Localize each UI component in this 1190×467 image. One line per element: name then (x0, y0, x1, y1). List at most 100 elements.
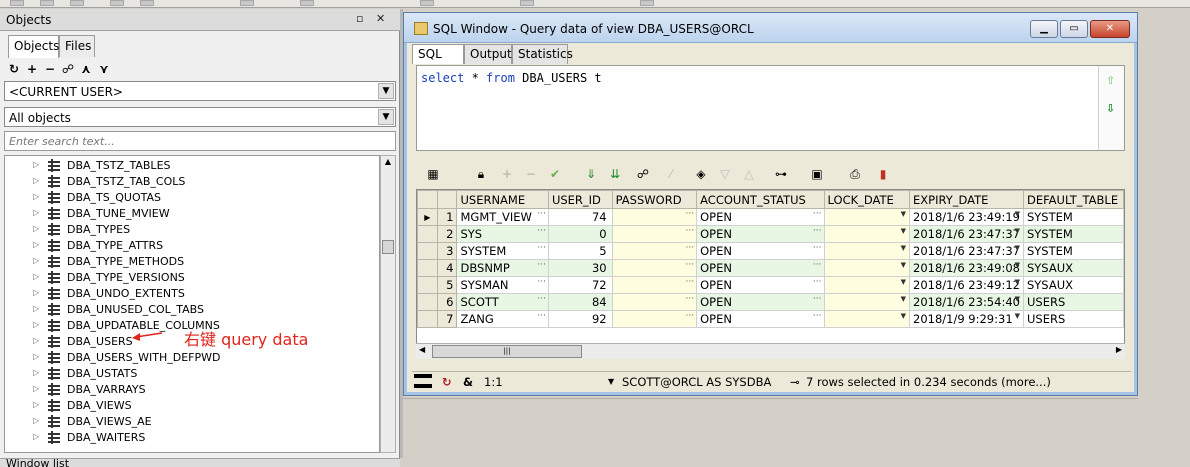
expand-icon[interactable]: ▷ (33, 416, 39, 425)
expand-icon[interactable]: ▷ (33, 208, 39, 217)
expand-icon[interactable]: ▷ (33, 256, 39, 265)
add-record-icon[interactable]: + (498, 165, 516, 183)
refresh-icon[interactable]: ↻ (6, 61, 22, 77)
tree-item[interactable]: ▷ DBA_USTATS (5, 366, 379, 382)
fetch-next-icon[interactable]: ⇓ (582, 165, 600, 183)
sql-editor[interactable]: select * from DBA_USERS t ⇧ ⇩ (416, 65, 1125, 151)
chevron-down-icon[interactable]: ▼ (901, 210, 906, 218)
cell-username[interactable]: SCOTT ··· (456, 293, 549, 311)
tree-item[interactable]: ▷ DBA_TYPE_METHODS (5, 254, 379, 270)
cell-username[interactable]: MGMT_VIEW ··· (456, 208, 549, 226)
column-header[interactable]: USERNAME (456, 190, 549, 209)
ellipsis-icon[interactable]: ··· (537, 261, 546, 271)
minimize-button[interactable]: ▁ (1030, 20, 1058, 38)
ellipsis-icon[interactable]: ··· (537, 312, 546, 322)
scroll-left-icon[interactable]: ◀ (419, 345, 425, 354)
chevron-down-icon[interactable]: ▼ (901, 227, 906, 235)
column-header[interactable]: ACCOUNT_STATUS (696, 190, 825, 209)
cell-default-tablespace[interactable]: USERS (1022, 293, 1124, 311)
ellipsis-icon[interactable]: ··· (686, 295, 695, 305)
ellipsis-icon[interactable]: ··· (686, 227, 695, 237)
tab-files[interactable]: Files (59, 35, 95, 57)
cell-password[interactable]: ··· (611, 310, 698, 328)
expand-icon[interactable]: ▷ (33, 240, 39, 249)
tree-item[interactable]: ▷ DBA_VIEWS_AE (5, 414, 379, 430)
column-header[interactable]: PASSWORD (611, 190, 698, 209)
cell-expiry-date[interactable]: 2018/1/6 23:49:19 ▼ (909, 208, 1024, 226)
tree-item[interactable]: ▷ DBA_TSTZ_TAB_COLS (5, 174, 379, 190)
chevron-down-icon[interactable]: ▼ (1015, 210, 1020, 218)
cell-lock-date[interactable]: ▼ (823, 310, 911, 328)
expand-icon[interactable]: ▷ (33, 176, 39, 185)
cell-expiry-date[interactable]: 2018/1/9 9:29:31 ▼ (909, 310, 1024, 328)
ellipsis-icon[interactable]: ··· (537, 210, 546, 220)
cell-default-tablespace[interactable]: SYSAUX (1022, 276, 1124, 294)
expand-icon[interactable]: ▷ (33, 192, 39, 201)
column-header[interactable]: DEFAULT_TABLE (1022, 190, 1124, 209)
tab-sql[interactable]: SQL (412, 44, 464, 64)
lock-icon[interactable]: 🔒︎ (472, 165, 490, 183)
connection-label[interactable]: SCOTT@ORCL AS SYSDBA (622, 375, 771, 389)
cell-account-status[interactable]: OPEN ··· (696, 310, 825, 328)
status-message[interactable]: 7 rows selected in 0.234 seconds (more..… (806, 375, 1051, 389)
clear-icon[interactable]: ⁄ (662, 165, 680, 183)
grid-select-icon[interactable]: ▦ (424, 165, 442, 183)
cell-lock-date[interactable]: ▼ (823, 259, 911, 277)
search-input[interactable] (4, 131, 396, 151)
chevron-down-icon[interactable]: ▼ (901, 295, 906, 303)
expand-icon[interactable]: ▷ (33, 336, 39, 345)
maximize-button[interactable]: ▭ (1060, 20, 1088, 38)
toolbar-button[interactable] (300, 0, 314, 6)
ellipsis-icon[interactable]: ··· (537, 295, 546, 305)
table-row[interactable]: 6 SCOTT ··· 84 ··· OPEN ··· ▼ 2018/1/6 23:… (417, 293, 1124, 311)
ellipsis-icon[interactable]: ··· (813, 210, 822, 220)
cell-username[interactable]: SYSMAN ··· (456, 276, 549, 294)
scroll-up-icon[interactable]: ▲ (382, 157, 394, 169)
close-button[interactable]: ✕ (1090, 20, 1130, 38)
tree-scrollbar[interactable]: ▲ (380, 155, 396, 453)
stop-icon[interactable]: ↻ (442, 375, 452, 389)
chevron-down-icon[interactable]: ▼ (1015, 312, 1020, 320)
ellipsis-icon[interactable]: ··· (686, 312, 695, 322)
ellipsis-icon[interactable]: ··· (537, 278, 546, 288)
cell-account-status[interactable]: OPEN ··· (696, 242, 825, 260)
cell-default-tablespace[interactable]: SYSTEM (1022, 242, 1124, 260)
expand-icon[interactable]: ▷ (33, 400, 39, 409)
cell-expiry-date[interactable]: 2018/1/6 23:54:40 ▼ (909, 293, 1024, 311)
cell-lock-date[interactable]: ▼ (823, 242, 911, 260)
cell-user-id[interactable]: 30 (547, 259, 613, 277)
fetch-all-icon[interactable]: ⇊ (606, 165, 624, 183)
toolbar-button[interactable] (640, 0, 654, 6)
tree-item[interactable]: ▷ DBA_VARRAYS (5, 382, 379, 398)
tab-output[interactable]: Output (464, 44, 512, 64)
expand-icon[interactable]: ▷ (33, 224, 39, 233)
post-icon[interactable]: ✔ (546, 165, 564, 183)
cell-default-tablespace[interactable]: SYSTEM (1022, 225, 1124, 243)
chevron-down-icon[interactable]: ▼ (901, 278, 906, 286)
grid-horizontal-scrollbar[interactable]: ◀ ||| ▶ (416, 343, 1125, 359)
table-row[interactable]: 2 SYS ··· 0 ··· OPEN ··· ▼ 2018/1/6 23:47:… (417, 225, 1124, 243)
expand-icon[interactable]: ▷ (33, 384, 39, 393)
toolbar-button[interactable] (70, 0, 84, 6)
cell-user-id[interactable]: 5 (547, 242, 613, 260)
cell-account-status[interactable]: OPEN ··· (696, 208, 825, 226)
chevron-down-icon[interactable]: ▼ (1015, 295, 1020, 303)
chevron-down-icon[interactable]: ▼ (1015, 244, 1020, 252)
close-icon[interactable]: ✕ (376, 12, 385, 25)
cell-username[interactable]: SYSTEM ··· (456, 242, 549, 260)
toolbar-button[interactable] (240, 0, 254, 6)
add-icon[interactable]: + (24, 61, 40, 77)
sql-window-titlebar[interactable]: SQL Window - Query data of view DBA_USER… (404, 13, 1137, 43)
chevron-down-icon[interactable]: ▼ (378, 83, 394, 99)
cell-user-id[interactable]: 72 (547, 276, 613, 294)
delete-record-icon[interactable]: − (522, 165, 540, 183)
cell-default-tablespace[interactable]: USERS (1022, 310, 1124, 328)
tree-item[interactable]: ▷ DBA_TYPE_VERSIONS (5, 270, 379, 286)
cell-user-id[interactable]: 84 (547, 293, 613, 311)
chevron-down-icon[interactable]: ▼ (901, 261, 906, 269)
tree-item[interactable]: ▷ DBA_TYPE_ATTRS (5, 238, 379, 254)
cell-expiry-date[interactable]: 2018/1/6 23:49:12 ▼ (909, 276, 1024, 294)
cell-password[interactable]: ··· (611, 242, 698, 260)
ellipsis-icon[interactable]: ··· (686, 278, 695, 288)
toolbar-button[interactable] (140, 0, 154, 6)
